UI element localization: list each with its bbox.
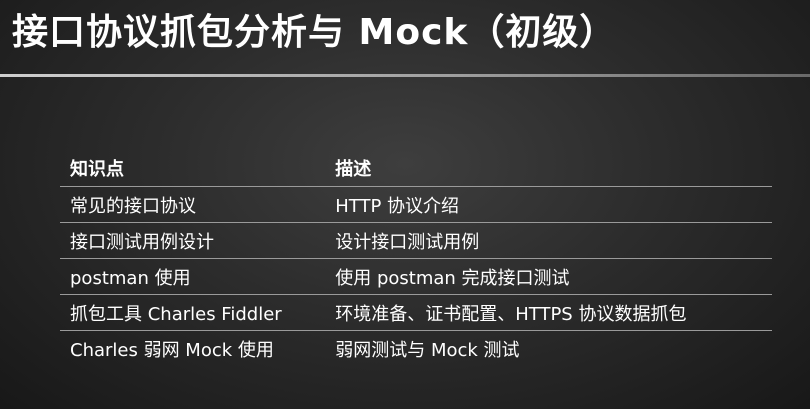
cell-description: 弱网测试与 Mock 测试 [335,339,520,361]
table-header-row: 知识点 描述 [60,150,772,187]
cell-topic: 接口测试用例设计 [60,222,326,259]
table-row: postman 使用 使用 postman 完成接口测试 [60,258,772,295]
cell-description: HTTP 协议介绍 [325,186,772,223]
cell-topic: 常见的接口协议 [60,186,326,223]
cell-description: 环境准备、证书配置、HTTPS 协议数据抓包 [325,294,772,331]
table-row: 抓包工具 Charles Fiddler 环境准备、证书配置、HTTPS 协议数… [60,294,772,331]
header-description: 描述 [325,150,772,187]
table-row: 常见的接口协议 HTTP 协议介绍 [60,186,772,223]
cell-description: 设计接口测试用例 [325,222,772,259]
table-row: 接口测试用例设计 设计接口测试用例 [60,222,772,259]
table-row: Charles 弱网 Mock 使用 弱网测试与 Mock 测试 [60,331,772,367]
slide-title: 接口协议抓包分析与 Mock（初级） [12,12,617,53]
topic-table: 知识点 描述 常见的接口协议 HTTP 协议介绍 接口测试用例设计 设计接口测试… [60,150,772,366]
title-divider [0,74,810,77]
cell-description: 使用 postman 完成接口测试 [325,258,772,295]
cell-topic: 抓包工具 Charles Fiddler [60,294,326,331]
cell-topic: postman 使用 [60,258,326,295]
cell-topic: Charles 弱网 Mock 使用 [70,339,274,361]
header-topic: 知识点 [60,150,326,187]
